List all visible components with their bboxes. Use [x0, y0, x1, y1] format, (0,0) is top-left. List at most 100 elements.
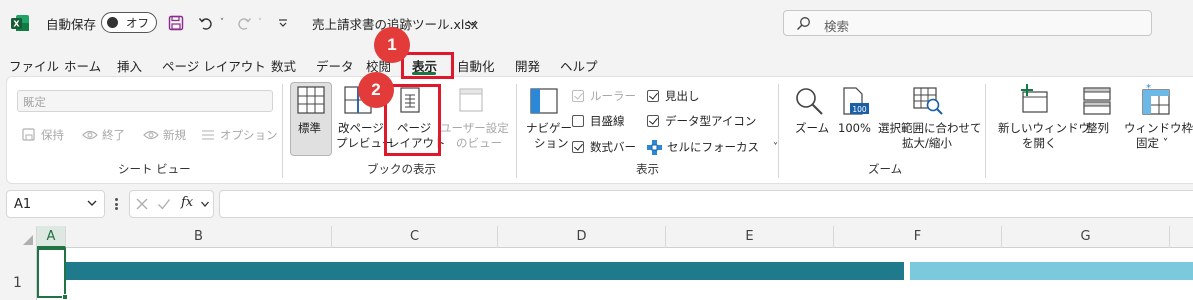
custom-views-label-2: のビュー — [456, 136, 502, 150]
undo-icon[interactable] — [196, 12, 216, 34]
ruler-checkbox[interactable]: ルーラー — [572, 88, 636, 104]
chevron-down-icon[interactable] — [86, 196, 98, 210]
tab-page-layout[interactable]: ページ レイアウト — [162, 56, 266, 75]
tab-help[interactable]: ヘルプ — [560, 56, 598, 75]
formula-input[interactable] — [219, 190, 1193, 218]
ribbon-tabs: ファイル ホーム 挿入 ページ レイアウト 数式 データ 校閲 表示 自動化 開… — [0, 46, 1193, 76]
gridlines-checkbox[interactable]: 目盛線 — [572, 113, 625, 129]
chevron-down-icon[interactable] — [200, 199, 210, 209]
column-header-h[interactable] — [1170, 226, 1193, 248]
column-header-f[interactable]: F — [834, 226, 1002, 248]
freeze-panes-label-2[interactable]: 固定 ˅ — [1136, 136, 1168, 151]
zoom-to-selection-label-2[interactable]: 拡大/縮小 — [902, 136, 952, 151]
tab-formulas[interactable]: 数式 — [271, 56, 296, 75]
sheet-view-options-button[interactable]: オプション — [201, 127, 278, 143]
freeze-panes-label-1[interactable]: ウィンドウ枠の — [1124, 121, 1193, 136]
name-box[interactable]: A1 — [6, 190, 105, 218]
gridlines-label: 目盛線 — [590, 114, 625, 128]
title-bar: X 自動保存 オフ ˅ ˅ 売上請求書の追跡ツール.xlsx 検索 — [0, 0, 1193, 46]
freeze-panes-icon: * — [1142, 84, 1170, 115]
autosave-state: オフ — [126, 16, 149, 30]
save-icon[interactable] — [166, 12, 186, 34]
formula-bar-label: 数式バー — [590, 140, 636, 154]
eye-icon — [82, 130, 98, 140]
list-icon — [202, 130, 214, 140]
svg-text:*: * — [1146, 84, 1151, 94]
sheet-view-dropdown[interactable]: 既定 ⌄ — [17, 90, 273, 112]
column-header-d[interactable]: D — [498, 226, 666, 248]
formula-bar-splitter-icon[interactable] — [113, 194, 119, 214]
new-window-label-2[interactable]: を開く — [1022, 136, 1057, 151]
redo-icon[interactable] — [234, 12, 254, 34]
enter-check-icon[interactable] — [157, 197, 171, 211]
navigation-label-2[interactable]: ション — [534, 136, 569, 151]
tab-file[interactable]: ファイル — [9, 56, 59, 75]
data-type-icons-checkbox[interactable]: データ型アイコン — [647, 113, 756, 129]
zoom-100-label[interactable]: 100% — [838, 121, 871, 136]
cancel-icon[interactable] — [135, 197, 149, 211]
headings-label: 見出し — [665, 89, 700, 103]
formula-bar-check — [572, 141, 584, 153]
options-label: オプション — [220, 128, 278, 142]
headings-checkbox[interactable]: 見出し — [647, 88, 700, 104]
formula-bar-checkbox[interactable]: 数式バー — [572, 139, 636, 155]
column-header-c[interactable]: C — [332, 226, 498, 248]
focus-cell-button[interactable]: セルにフォーカス ˅ — [647, 139, 778, 155]
zoom-100-icon: 100 — [843, 87, 869, 115]
keep-sheet-view-button[interactable]: 保持 — [22, 127, 64, 143]
group-separator — [778, 84, 779, 178]
exit-sheet-view-button[interactable]: 終了 — [82, 127, 125, 143]
tab-data[interactable]: データ — [316, 56, 354, 75]
new-sheet-view-button[interactable]: 新規 — [143, 127, 186, 143]
workbook-views-group-label: ブックの表示 — [367, 162, 436, 176]
undo-dropdown-chevron-icon[interactable]: ˅ — [216, 12, 228, 34]
column-header-b[interactable]: B — [66, 226, 332, 248]
autosave-toggle[interactable]: オフ — [101, 12, 157, 33]
svg-text:100: 100 — [852, 105, 867, 114]
page-break-preview-label-1[interactable]: 改ページ — [338, 121, 384, 136]
column-header-a[interactable]: A — [37, 226, 66, 248]
exit-label: 終了 — [102, 128, 125, 142]
filename-chevron-icon[interactable] — [466, 12, 478, 34]
arrange-all-label[interactable]: 整列 — [1086, 121, 1109, 136]
group-separator — [985, 84, 986, 178]
redo-dropdown-chevron-icon[interactable]: ˅ — [254, 12, 266, 34]
select-all-corner[interactable] — [0, 226, 37, 248]
fill-handle[interactable] — [62, 294, 68, 300]
name-box-value: A1 — [14, 197, 32, 212]
insert-function-button[interactable]: fx — [181, 195, 193, 210]
view-tab-highlight-box — [401, 52, 454, 79]
zoom-icon — [796, 88, 823, 115]
select-all-triangle-icon — [23, 235, 33, 245]
new-label: 新規 — [163, 128, 186, 142]
custom-views-icon — [459, 88, 483, 112]
tab-home[interactable]: ホーム — [64, 56, 101, 75]
svg-text:X: X — [13, 20, 20, 29]
navigation-label-1[interactable]: ナビゲー — [526, 121, 572, 136]
selected-cell-a1[interactable] — [37, 248, 68, 300]
group-separator — [516, 84, 517, 178]
headings-check — [647, 90, 659, 102]
tab-insert[interactable]: 挿入 — [117, 56, 142, 75]
column-headers: A B C D E F G — [0, 226, 1193, 248]
focus-cell-label: セルにフォーカス — [667, 140, 759, 154]
column-header-e[interactable]: E — [666, 226, 834, 248]
show-group-label: 表示 — [636, 162, 659, 176]
new-window-icon — [1021, 84, 1048, 113]
customize-toolbar-icon[interactable] — [276, 12, 290, 34]
search-input[interactable]: 検索 — [783, 10, 1152, 36]
column-header-g[interactable]: G — [1002, 226, 1170, 248]
zoom-to-selection-label-1[interactable]: 選択範囲に合わせて — [878, 121, 982, 136]
tab-developer[interactable]: 開発 — [515, 56, 540, 75]
navigation-pane-icon — [530, 88, 558, 114]
row-header-1[interactable]: 1 — [0, 248, 37, 300]
keep-label: 保持 — [41, 128, 64, 142]
title-banner-light — [910, 262, 1193, 280]
title-banner-dark — [66, 262, 904, 280]
search-placeholder: 検索 — [824, 19, 850, 34]
tab-automate[interactable]: 自動化 — [457, 56, 495, 75]
new-window-label-1[interactable]: 新しいウィンドウ — [998, 121, 1090, 136]
normal-view-icon — [297, 86, 325, 114]
zoom-label[interactable]: ズーム — [795, 121, 829, 136]
arrange-all-icon — [1083, 87, 1111, 115]
